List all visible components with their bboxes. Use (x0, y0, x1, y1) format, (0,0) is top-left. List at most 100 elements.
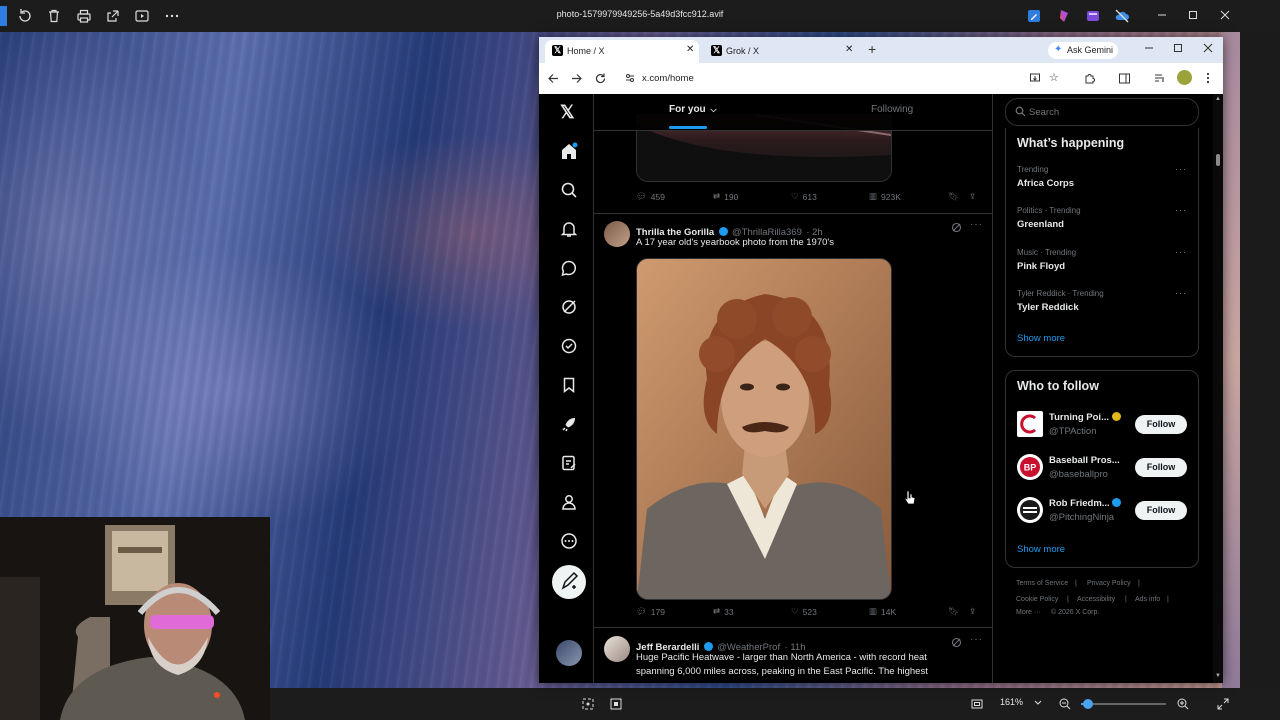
account-avatar[interactable]: BP (1017, 454, 1043, 480)
like-button[interactable]: ♡ 613 (791, 191, 817, 202)
minimize-icon[interactable] (1143, 42, 1155, 54)
close-icon[interactable] (1218, 8, 1232, 22)
sidebar-panel-icon[interactable] (1118, 72, 1131, 85)
zoom-out-icon[interactable] (1058, 697, 1072, 711)
search-input[interactable]: Search (1005, 98, 1199, 126)
follow-suggestion[interactable]: Rob Friedm... @PitchingNinja Follow (1006, 495, 1198, 527)
privacy-link[interactable]: Privacy Policy (1087, 580, 1131, 587)
account-name[interactable]: Baseball Pros... (1049, 455, 1120, 466)
tweet-more-icon[interactable]: ··· (970, 219, 983, 230)
account-handle[interactable]: @baseballpro (1049, 469, 1108, 480)
fullscreen-icon[interactable] (1216, 697, 1230, 711)
trend-more-icon[interactable]: ··· (1175, 247, 1187, 257)
follow-button[interactable]: Follow (1135, 458, 1187, 477)
account-handle[interactable]: @TPAction (1049, 426, 1096, 437)
account-handle[interactable]: @PitchingNinja (1049, 512, 1114, 523)
trend-item[interactable]: Tyler Reddick · Trending Tyler Reddick ·… (1006, 288, 1198, 328)
extensions-icon[interactable] (1083, 72, 1096, 85)
scroll-up-icon[interactable]: ▲ (1215, 96, 1221, 102)
chevron-down-icon[interactable] (1033, 697, 1043, 709)
tweet-photo[interactable] (636, 258, 892, 600)
scroll-down-icon[interactable]: ▼ (1215, 673, 1221, 679)
trend-item[interactable]: Music · Trending Pink Floyd ··· (1006, 247, 1198, 287)
bookmarks-icon[interactable] (559, 375, 579, 395)
trend-more-icon[interactable]: ··· (1175, 288, 1187, 298)
profile-icon[interactable] (559, 492, 579, 512)
account-name[interactable]: Rob Friedm... (1049, 498, 1122, 509)
tab-for-you[interactable]: For you ⌵ (669, 104, 717, 115)
avatar[interactable] (604, 636, 630, 662)
zoom-in-icon[interactable] (1176, 697, 1190, 711)
grok-explain-icon[interactable] (951, 222, 962, 233)
cookie-link[interactable]: Cookie Policy (1016, 596, 1058, 603)
more-icon[interactable] (559, 531, 579, 551)
accessibility-link[interactable]: Accessibility (1077, 596, 1115, 603)
bookmark-icon[interactable]: 🔖︎ (948, 191, 959, 202)
site-info-icon[interactable] (624, 72, 636, 84)
edit-app-icon[interactable] (1026, 8, 1042, 24)
close-icon[interactable] (1202, 42, 1214, 54)
grok-explain-icon[interactable] (951, 637, 962, 648)
media-controls-icon[interactable] (1153, 72, 1166, 85)
account-avatar[interactable] (1017, 497, 1043, 523)
terms-link[interactable]: Terms of Service (1016, 580, 1068, 587)
tab-following[interactable]: Following (871, 104, 913, 115)
follow-button[interactable]: Follow (1135, 415, 1187, 434)
ads-info-link[interactable]: Ads info (1135, 596, 1160, 603)
tweet-more-icon[interactable]: ··· (970, 634, 983, 645)
tab-grok[interactable]: 𝕏 Grok / X ✕ (705, 40, 857, 63)
trend-more-icon[interactable]: ··· (1175, 164, 1187, 174)
reply-button[interactable]: 💬︎ 459 (636, 191, 665, 202)
account-avatar[interactable] (556, 640, 582, 666)
address-bar[interactable]: x.com/home ☆ (616, 67, 1059, 89)
repost-button[interactable]: ⇄ 33 (713, 606, 734, 617)
minimize-icon[interactable] (1155, 8, 1169, 22)
notifications-icon[interactable] (559, 219, 579, 239)
follow-suggestion[interactable]: BP Baseball Pros... @baseballpro Follow (1006, 452, 1198, 484)
select-icon[interactable] (609, 697, 623, 711)
home-icon[interactable] (559, 141, 579, 161)
compose-post-button[interactable] (552, 565, 586, 599)
crop-icon[interactable] (581, 697, 595, 711)
repost-button[interactable]: ⇄ 190 (713, 191, 738, 202)
clipchamp-icon[interactable] (1085, 8, 1101, 24)
zoom-slider[interactable] (1081, 699, 1166, 709)
follow-suggestion[interactable]: Turning Poi... @TPAction Follow (1006, 409, 1198, 441)
browser-menu-icon[interactable] (1204, 71, 1212, 85)
forward-icon[interactable] (570, 72, 583, 85)
account-avatar[interactable] (1017, 411, 1043, 437)
follow-button[interactable]: Follow (1135, 501, 1187, 520)
trend-item[interactable]: Trending Africa Corps ··· (1006, 164, 1198, 204)
install-app-icon[interactable] (1029, 72, 1041, 84)
back-icon[interactable] (547, 72, 560, 85)
views-button[interactable]: ▥ 14K (869, 606, 896, 617)
zoom-slider-thumb[interactable] (1082, 699, 1093, 709)
reload-icon[interactable] (594, 72, 607, 85)
share-icon[interactable]: ⇪ (969, 191, 976, 202)
views-button[interactable]: ▥ 923K (869, 191, 901, 202)
fit-to-window-icon[interactable] (970, 697, 984, 711)
avatar[interactable] (604, 221, 630, 247)
trend-more-icon[interactable]: ··· (1175, 205, 1187, 215)
messages-icon[interactable] (559, 258, 579, 278)
more-link[interactable]: More ··· (1016, 609, 1041, 616)
maximize-icon[interactable] (1186, 8, 1200, 22)
new-tab-button[interactable]: + (868, 41, 876, 57)
tab-home[interactable]: 𝕏 Home / X ✕ (545, 40, 699, 63)
maximize-icon[interactable] (1172, 42, 1184, 54)
designer-icon[interactable] (1056, 8, 1072, 24)
scrollbar-thumb[interactable] (1216, 154, 1220, 166)
ask-gemini-button[interactable]: ✦ Ask Gemini (1048, 42, 1118, 59)
show-more-link[interactable]: Show more (1017, 333, 1065, 344)
rocket-icon[interactable] (559, 414, 579, 434)
verified-orgs-icon[interactable] (559, 336, 579, 356)
reply-button[interactable]: 💬︎ 179 (636, 606, 665, 617)
bookmark-star-icon[interactable]: ☆ (1049, 71, 1059, 84)
page-scrollbar[interactable]: ▲ ▼ (1213, 94, 1223, 683)
tab-close-icon[interactable]: ✕ (686, 44, 694, 55)
cloud-off-icon[interactable] (1114, 8, 1130, 24)
grok-icon[interactable] (559, 297, 579, 317)
explore-icon[interactable] (559, 180, 579, 200)
bookmark-icon[interactable]: 🔖︎ (948, 606, 959, 617)
like-button[interactable]: ♡ 523 (791, 606, 817, 617)
